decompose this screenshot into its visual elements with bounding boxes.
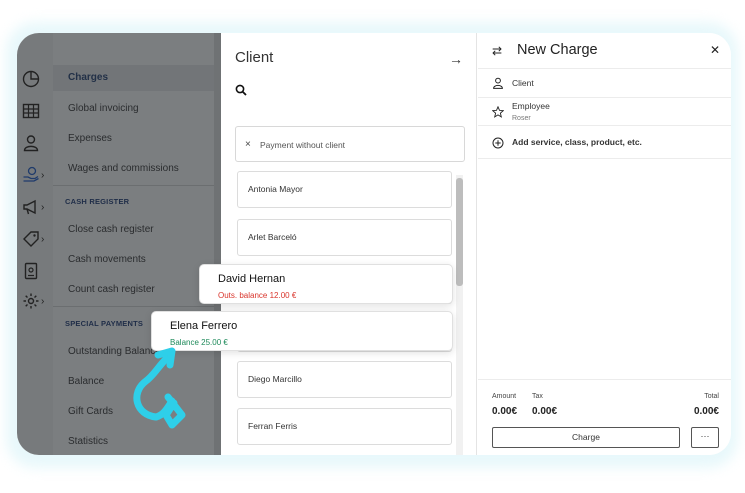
sidebar-item-statistics[interactable]: Statistics xyxy=(68,436,108,447)
calendar-grid-icon xyxy=(22,103,40,119)
client-panel: Client → × Payment without client Antoni… xyxy=(221,33,477,455)
client-list-item[interactable]: Antonia Mayor xyxy=(237,171,452,208)
total-label: Total xyxy=(704,393,719,400)
sidebar-item-global-invoicing[interactable]: Global invoicing xyxy=(68,103,139,114)
nav-dashboard[interactable] xyxy=(22,68,52,90)
client-panel-title: Client xyxy=(235,49,274,66)
sidebar-item-cash-movements[interactable]: Cash movements xyxy=(68,254,146,265)
amount-value: 0.00€ xyxy=(492,406,518,417)
divider xyxy=(53,306,221,307)
new-charge-title: New Charge xyxy=(517,42,598,58)
outstanding-balance: Outs. balance 12.00 € xyxy=(218,291,297,300)
overlay-strip xyxy=(214,33,221,455)
user-icon xyxy=(493,77,503,89)
amount-label: Amount xyxy=(492,393,517,400)
section-heading-special-payments: SPECIAL PAYMENTS xyxy=(65,319,144,328)
pie-chart-icon xyxy=(22,70,40,88)
scrollbar-thumb[interactable] xyxy=(456,178,463,286)
nav-staff[interactable] xyxy=(22,260,52,282)
brand-logo xyxy=(133,347,186,429)
chevron-right-icon: › xyxy=(41,233,45,245)
sidebar-item-gift-cards[interactable]: Gift Cards xyxy=(68,406,113,417)
charge-button[interactable]: Charge xyxy=(492,427,680,448)
add-item-row[interactable]: Add service, class, product, etc. xyxy=(478,126,731,159)
client-row[interactable]: Client xyxy=(478,69,731,98)
client-list-item[interactable]: Ferran Ferris xyxy=(237,408,452,445)
close-icon: × xyxy=(245,139,251,150)
employee-label: Employee xyxy=(512,101,550,111)
client-label: Client xyxy=(512,78,534,88)
employee-value: Roser xyxy=(512,115,531,122)
close-icon[interactable]: ✕ xyxy=(710,43,720,57)
sidebar-item-balance[interactable]: Balance xyxy=(68,376,104,387)
swap-arrows-icon[interactable]: ⇄ xyxy=(492,44,502,58)
id-badge-icon xyxy=(24,262,38,280)
tax-label: Tax xyxy=(532,393,543,400)
user-icon xyxy=(23,135,39,152)
plus-circle-icon xyxy=(492,137,504,149)
arrow-right-icon[interactable]: → xyxy=(449,51,463,67)
megaphone-icon xyxy=(23,199,36,215)
sidebar-item-wages[interactable]: Wages and commissions xyxy=(68,163,179,174)
nav-settings[interactable]: › xyxy=(22,290,52,312)
star-icon xyxy=(492,106,504,118)
hand-coin-icon xyxy=(23,166,39,182)
add-item-label: Add service, class, product, etc. xyxy=(512,137,642,147)
tax-value: 0.00€ xyxy=(532,406,558,417)
tag-icon xyxy=(23,231,39,247)
more-options-button[interactable]: ··· xyxy=(691,427,719,448)
employee-row[interactable]: Employee Roser xyxy=(478,98,731,126)
client-name: David Hernan xyxy=(218,273,286,285)
chevron-right-icon: › xyxy=(41,201,45,213)
charge-footer: Amount Tax Total 0.00€ 0.00€ 0.00€ Charg… xyxy=(478,379,731,455)
payment-without-client-button[interactable]: × Payment without client xyxy=(235,126,465,162)
search-icon[interactable] xyxy=(235,84,247,96)
section-heading-cash-register: CASH REGISTER xyxy=(65,197,130,206)
nav-calendar[interactable] xyxy=(22,100,52,122)
client-card-david[interactable]: David Hernan Outs. balance 12.00 € xyxy=(199,264,453,304)
client-name: Elena Ferrero xyxy=(170,320,238,332)
nav-clients[interactable] xyxy=(22,132,52,154)
total-value: 0.00€ xyxy=(693,406,719,417)
new-charge-header: ⇄ New Charge ✕ xyxy=(478,33,731,69)
new-charge-panel: ⇄ New Charge ✕ Client Employee Roser Add… xyxy=(478,33,731,455)
chevron-right-icon: › xyxy=(41,169,45,181)
icon-bar: › › › › xyxy=(17,33,53,455)
sidebar-item-expenses[interactable]: Expenses xyxy=(68,133,112,144)
sidebar-item-count-cash[interactable]: Count cash register xyxy=(68,284,155,295)
nav-products[interactable]: › xyxy=(22,228,52,250)
app-window: › › › › Charges Global invoicing Expense… xyxy=(17,33,731,455)
sidebar-item-close-cash[interactable]: Close cash register xyxy=(68,224,154,235)
client-list-item[interactable]: Arlet Barceló xyxy=(237,219,452,256)
divider xyxy=(53,185,221,186)
sidebar-item-charges[interactable]: Charges xyxy=(53,65,221,91)
client-list-item[interactable]: Diego Marcillo xyxy=(237,361,452,398)
chevron-right-icon: › xyxy=(41,295,45,307)
nav-marketing[interactable]: › xyxy=(22,196,52,218)
nav-payments[interactable]: › xyxy=(22,164,52,186)
gear-icon xyxy=(23,293,39,309)
payment-without-client-label: Payment without client xyxy=(260,140,346,150)
